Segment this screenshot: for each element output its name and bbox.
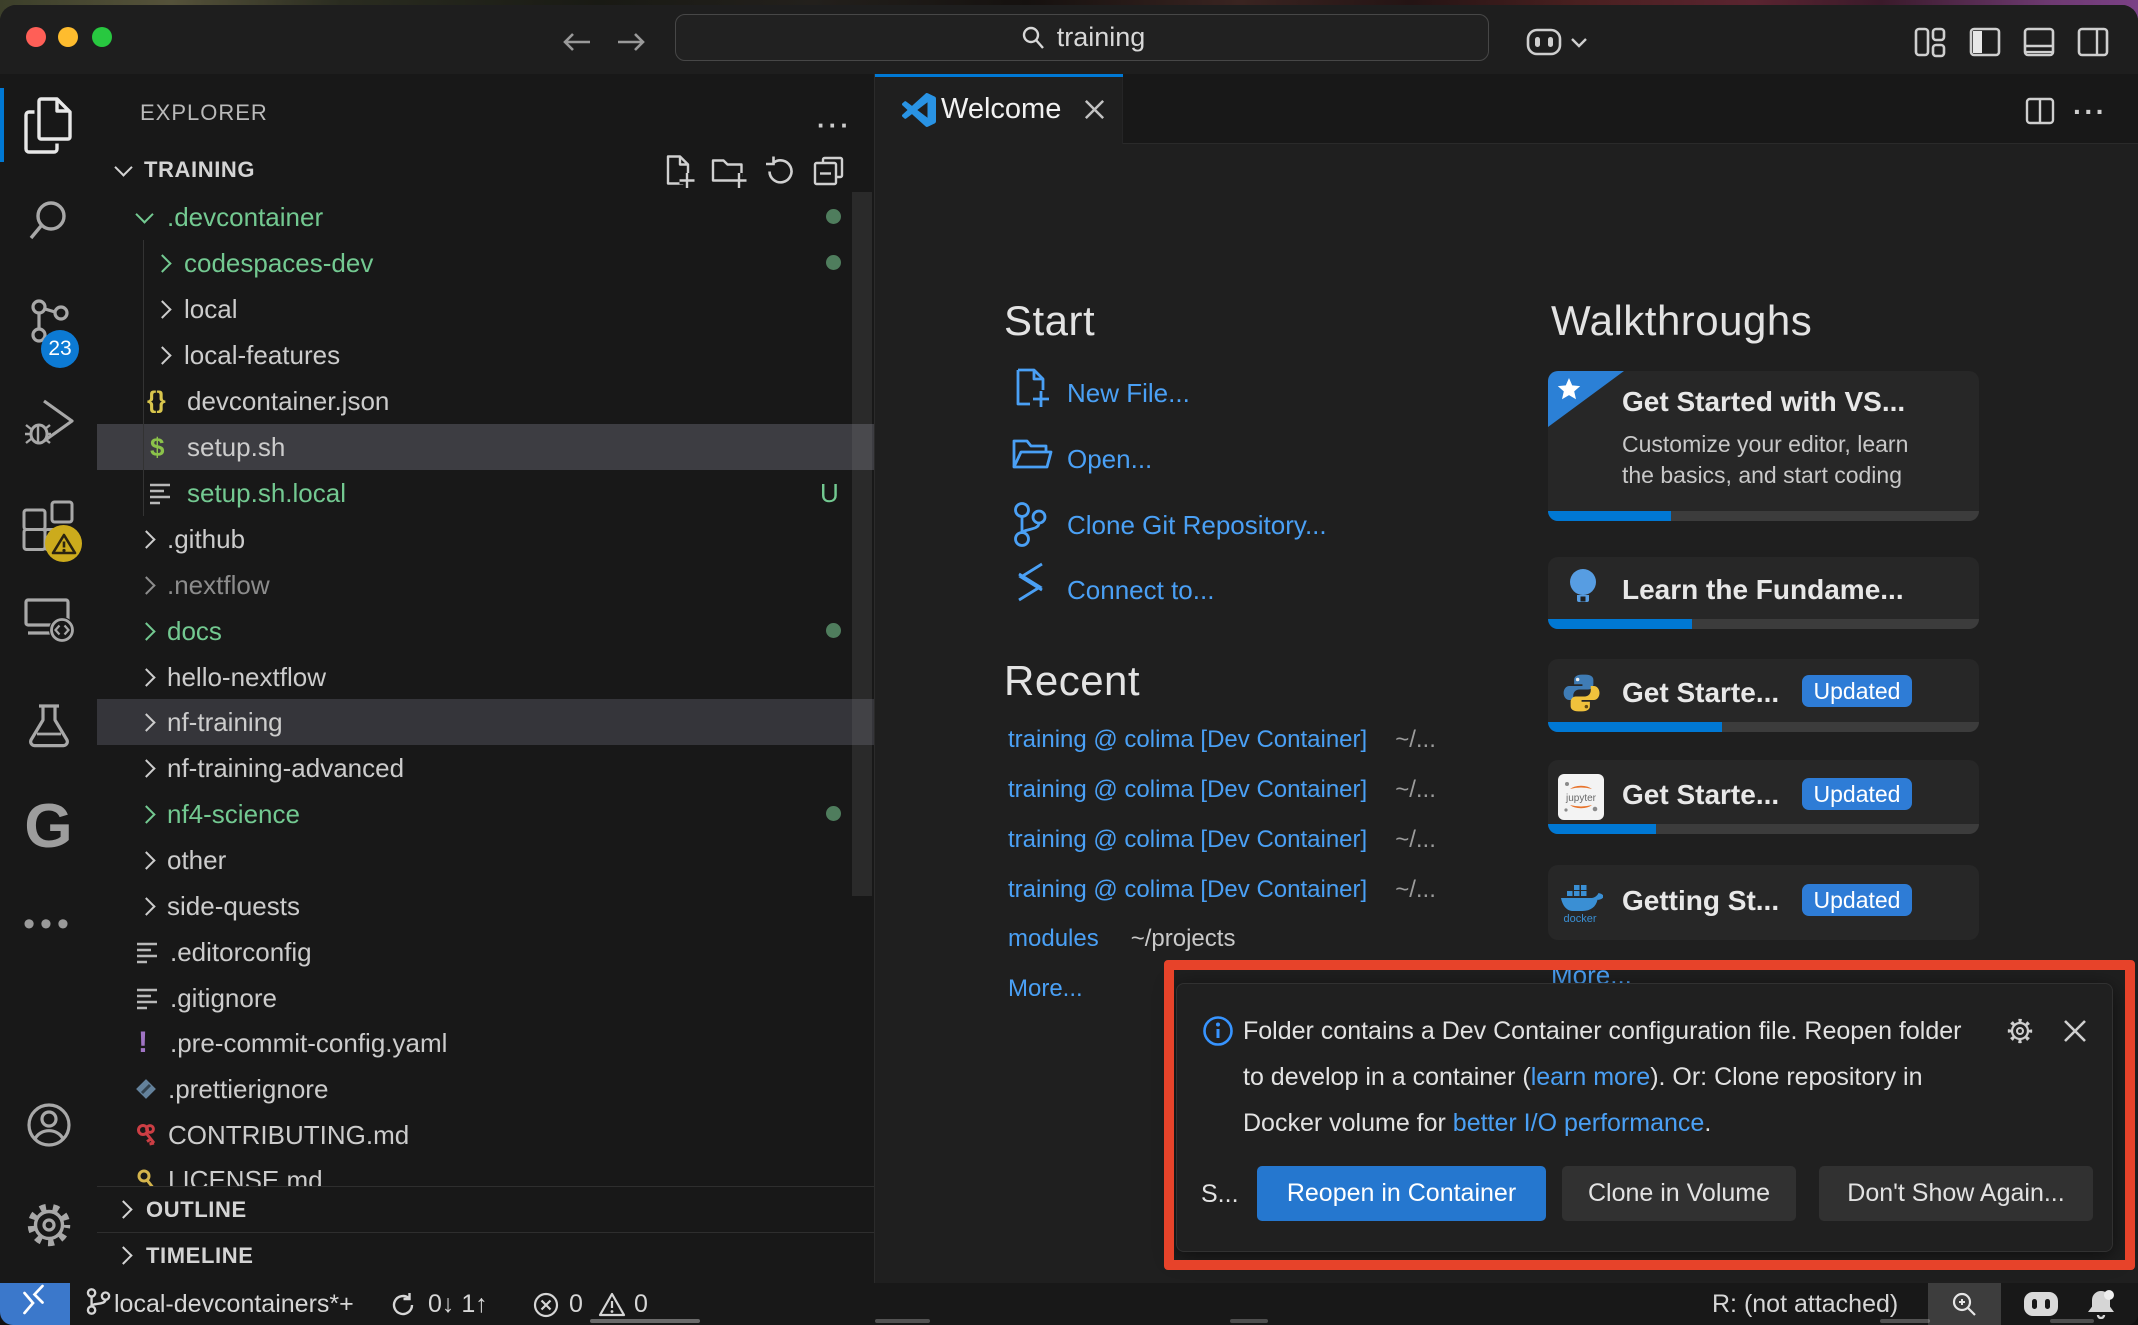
svg-text:jupyter: jupyter — [1565, 793, 1597, 804]
svg-text:docker: docker — [1563, 913, 1596, 923]
